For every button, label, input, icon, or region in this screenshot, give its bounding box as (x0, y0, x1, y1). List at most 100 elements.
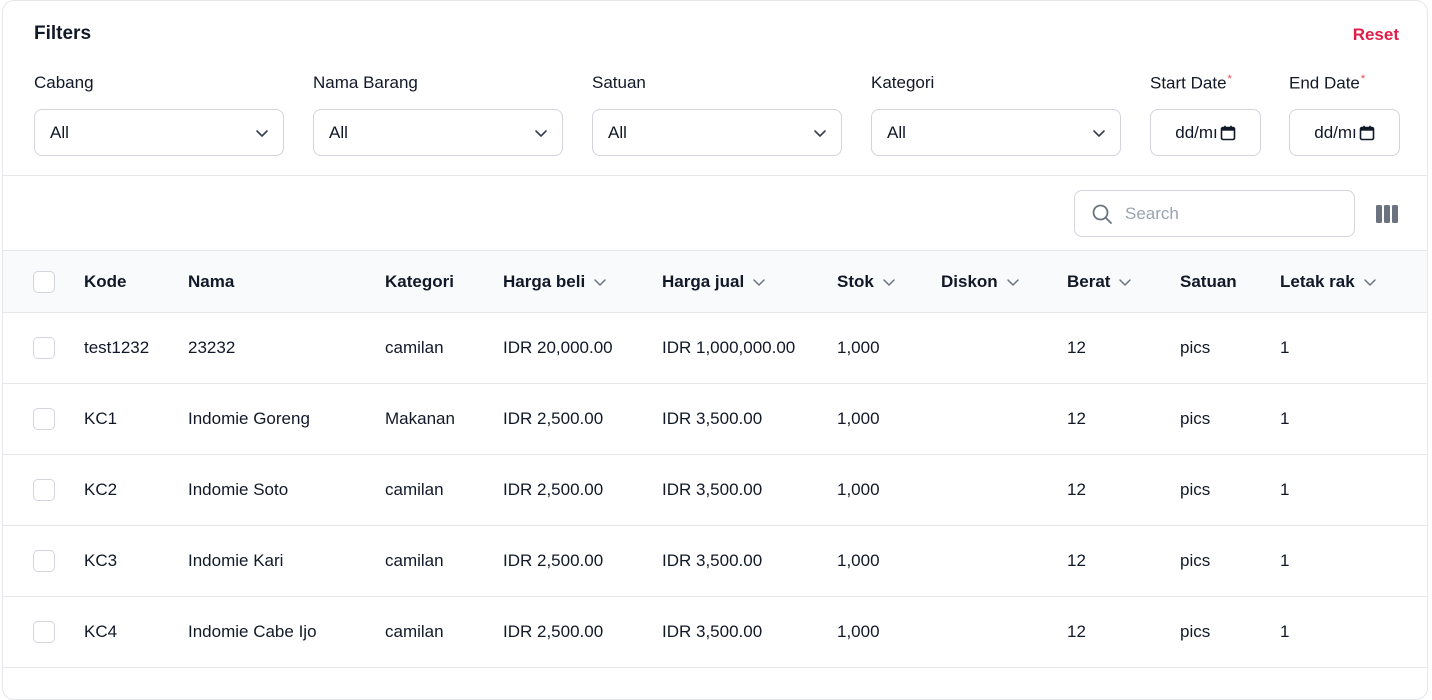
cell-satuan: pics (1180, 409, 1211, 428)
row-select-cell (33, 526, 55, 596)
cabang-value: All (50, 122, 69, 142)
table-row[interactable]: KC2 Indomie Soto camilan IDR 2,500.00 ID… (3, 455, 1427, 526)
column-header-letak-rak[interactable]: Letak rak (1280, 251, 1377, 312)
cell-letak-rak: 1 (1280, 480, 1290, 499)
column-header-berat[interactable]: Berat (1067, 251, 1132, 312)
row-checkbox[interactable] (33, 337, 55, 359)
table-row[interactable]: test1232 23232 camilan IDR 20,000.00 IDR… (3, 313, 1427, 384)
kategori-value: All (887, 122, 906, 142)
column-header-harga-beli[interactable]: Harga beli (503, 251, 607, 312)
row-select-cell (33, 455, 55, 525)
cabang-select[interactable]: All (34, 109, 284, 156)
reset-button[interactable]: Reset (1353, 25, 1399, 45)
kategori-filter: Kategori All (871, 73, 1121, 156)
cell-letak-rak: 1 (1280, 338, 1290, 357)
required-mark: * (1360, 73, 1366, 85)
product-list-card: Filters Reset Cabang All Nama Barang All… (2, 0, 1428, 700)
end-date-input[interactable]: dd/mı (1289, 109, 1400, 156)
cell-letak-rak: 1 (1280, 622, 1290, 641)
cell-berat: 12 (1067, 409, 1086, 428)
cell-harga-jual: IDR 3,500.00 (662, 409, 763, 428)
row-checkbox[interactable] (33, 621, 55, 643)
cell-nama: Indomie Goreng (188, 409, 310, 428)
cell-harga-beli: IDR 20,000.00 (503, 338, 613, 357)
cell-stok: 1,000 (837, 480, 880, 499)
column-header-diskon[interactable]: Diskon (941, 251, 1020, 312)
nama-barang-value: All (329, 122, 348, 142)
column-header-kode: Kode (84, 271, 127, 291)
start-date-label: Start Date* (1150, 73, 1232, 93)
table-toolbar: Search (3, 176, 1427, 251)
kategori-select[interactable]: All (871, 109, 1121, 156)
cell-kategori: camilan (385, 622, 444, 641)
end-date-label: End Date* (1289, 73, 1366, 93)
start-date-value: dd/mı (1175, 122, 1218, 142)
cell-harga-jual: IDR 3,500.00 (662, 480, 763, 499)
cell-satuan: pics (1180, 551, 1211, 570)
cell-harga-beli: IDR 2,500.00 (503, 480, 604, 499)
cell-kode: KC3 (84, 551, 118, 570)
row-checkbox[interactable] (33, 479, 55, 501)
row-checkbox[interactable] (33, 408, 55, 430)
filters-panel: Filters Reset Cabang All Nama Barang All… (3, 1, 1427, 176)
select-all-checkbox[interactable] (33, 270, 55, 293)
cell-berat: 12 (1067, 622, 1086, 641)
cell-harga-jual: IDR 3,500.00 (662, 622, 763, 641)
cell-harga-beli: IDR 2,500.00 (503, 622, 604, 641)
column-header-kategori: Kategori (385, 271, 454, 291)
table-row[interactable]: KC3 Indomie Kari camilan IDR 2,500.00 ID… (3, 526, 1427, 597)
sort-chevron-icon (594, 278, 606, 286)
cell-berat: 12 (1067, 480, 1086, 499)
column-header-nama: Nama (188, 271, 235, 291)
nama-barang-select[interactable]: All (313, 109, 563, 156)
nama-barang-filter: Nama Barang All (313, 73, 563, 156)
sort-chevron-icon (753, 278, 765, 286)
columns-icon[interactable] (1375, 204, 1399, 224)
table-row[interactable]: KC1 Indomie Goreng Makanan IDR 2,500.00 … (3, 384, 1427, 455)
table-body: test1232 23232 camilan IDR 20,000.00 IDR… (3, 313, 1427, 668)
sort-chevron-icon (1363, 278, 1376, 286)
cell-kategori: camilan (385, 338, 444, 357)
row-select-cell (33, 597, 55, 667)
select-all-cell (33, 251, 55, 312)
cabang-filter: Cabang All (34, 73, 284, 156)
chevron-down-icon (256, 129, 268, 137)
satuan-label: Satuan (592, 73, 646, 92)
required-mark: * (1227, 73, 1232, 85)
start-date-input[interactable]: dd/mı (1150, 109, 1261, 156)
column-header-stok[interactable]: Stok (837, 251, 896, 312)
search-input[interactable]: Search (1074, 190, 1355, 237)
column-header-harga-jual[interactable]: Harga jual (662, 251, 766, 312)
cell-satuan: pics (1180, 622, 1211, 641)
search-placeholder: Search (1125, 203, 1179, 223)
end-date-filter: End Date* dd/mı (1289, 73, 1400, 156)
sort-chevron-icon (883, 278, 895, 286)
chevron-down-icon (535, 129, 547, 137)
cell-satuan: pics (1180, 338, 1211, 357)
sort-chevron-icon (1119, 278, 1132, 286)
filters-title: Filters (34, 23, 92, 44)
nama-barang-label: Nama Barang (313, 73, 418, 92)
cell-nama: Indomie Soto (188, 480, 289, 499)
cell-harga-jual: IDR 1,000,000.00 (662, 338, 796, 357)
cell-kategori: camilan (385, 551, 444, 570)
row-checkbox[interactable] (33, 550, 55, 572)
calendar-icon[interactable] (1220, 125, 1236, 141)
cell-stok: 1,000 (837, 551, 880, 570)
cabang-label: Cabang (34, 73, 94, 92)
cell-nama: Indomie Cabe Ijo (188, 622, 317, 641)
table-row[interactable]: KC4 Indomie Cabe Ijo camilan IDR 2,500.0… (3, 597, 1427, 668)
satuan-filter: Satuan All (592, 73, 842, 156)
cell-kategori: camilan (385, 480, 444, 499)
kategori-label: Kategori (871, 73, 935, 92)
cell-letak-rak: 1 (1280, 551, 1290, 570)
cell-harga-beli: IDR 2,500.00 (503, 409, 604, 428)
cell-letak-rak: 1 (1280, 409, 1290, 428)
cell-kode: test1232 (84, 338, 150, 357)
cell-nama: Indomie Kari (188, 551, 284, 570)
row-select-cell (33, 313, 55, 383)
sort-chevron-icon (1006, 278, 1019, 286)
column-header-satuan: Satuan (1180, 271, 1237, 291)
calendar-icon[interactable] (1359, 125, 1375, 141)
satuan-select[interactable]: All (592, 109, 842, 156)
